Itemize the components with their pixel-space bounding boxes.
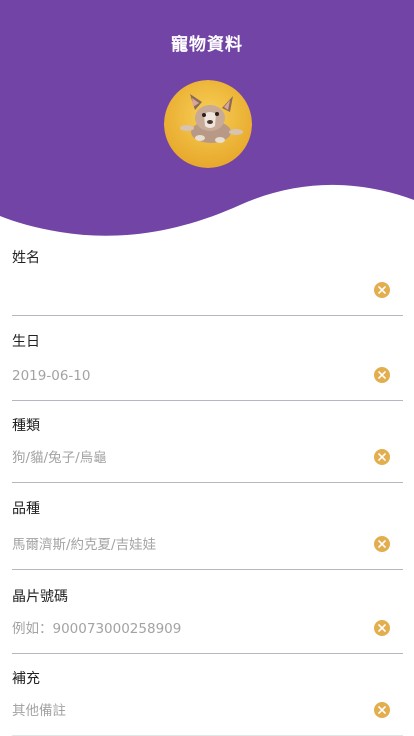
notes-clear-button[interactable] [374,702,390,718]
name-clear-button[interactable] [374,282,390,298]
clear-icon [378,453,386,461]
clear-icon [378,371,386,379]
notes-field: 補充 [12,654,403,736]
breed-input[interactable] [12,534,367,556]
breed-label: 品種 [12,501,40,517]
name-input[interactable] [12,280,367,302]
chip-number-input[interactable] [12,618,367,640]
pet-photo-icon [164,80,252,168]
clear-icon [378,624,386,632]
clear-icon [378,540,386,548]
birthday-field: 生日 [12,316,403,401]
name-field: 姓名 [12,240,403,316]
breed-field: 品種 [12,483,403,570]
chip-number-field: 晶片號碼 [12,570,403,654]
page-title: 寵物資料 [171,35,243,55]
species-field: 種類 [12,401,403,483]
profile-header: 寵物資料 [0,0,414,240]
species-label: 種類 [12,418,40,434]
birthday-label: 生日 [12,334,40,350]
notes-input[interactable] [12,700,367,722]
chip-number-clear-button[interactable] [374,620,390,636]
chip-number-label: 晶片號碼 [12,589,68,605]
clear-icon [378,706,386,714]
breed-clear-button[interactable] [374,536,390,552]
birthday-clear-button[interactable] [374,367,390,383]
pet-info-form: 姓名 生日 種類 品種 晶片號碼 補充 [0,240,414,736]
species-input[interactable] [12,447,367,469]
pet-avatar[interactable] [164,80,252,168]
birthday-input[interactable] [12,365,367,387]
clear-icon [378,286,386,294]
name-label: 姓名 [12,250,40,266]
species-clear-button[interactable] [374,449,390,465]
notes-label: 補充 [12,671,40,687]
